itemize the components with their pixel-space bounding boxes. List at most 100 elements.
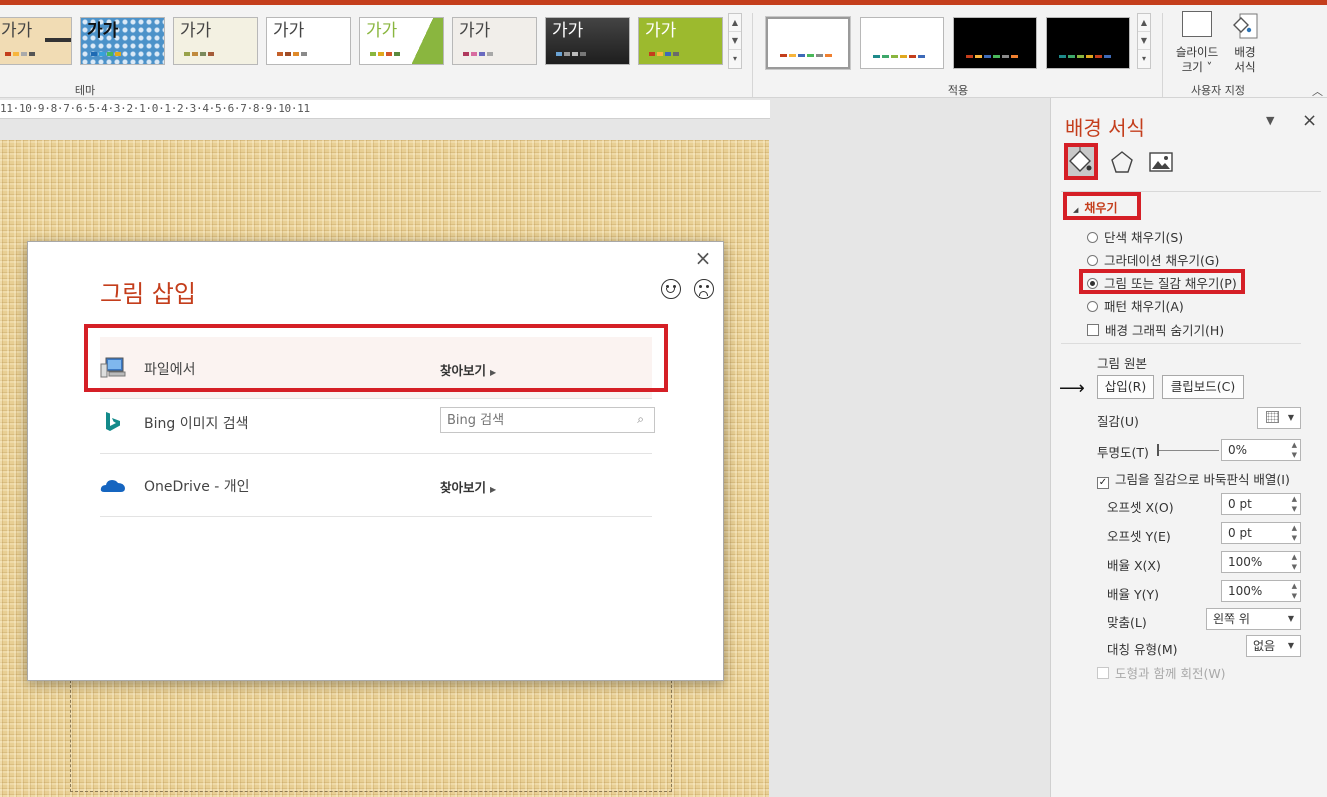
frown-icon[interactable] (694, 279, 714, 299)
bing-search-row: Bing 이미지 검색 ⌕ (100, 392, 655, 454)
variant-thumb-2[interactable] (860, 17, 944, 69)
mirror-dropdown[interactable]: 없음 ▼ (1246, 635, 1301, 657)
fill-section-header[interactable]: ◢ 채우기 (1073, 199, 1118, 216)
variant-thumb-1[interactable] (765, 16, 851, 70)
spinner-arrows-icon: ▲ ▼ (1291, 582, 1297, 600)
transparency-slider-thumb[interactable] (1157, 444, 1159, 456)
highlight-box (84, 324, 668, 392)
align-dropdown[interactable]: 왼쪽 위 ▼ (1206, 608, 1301, 630)
align-label: 맞춤(L) (1107, 615, 1147, 630)
rotate-with-shape-option: 도형과 함께 회전(W) (1097, 663, 1226, 682)
chevron-up-icon[interactable]: ︿ (1312, 83, 1323, 99)
scale-y-label: 배율 Y(Y) (1107, 587, 1159, 602)
apply-group-label: 적용 (947, 84, 969, 97)
paint-bucket-icon (1069, 147, 1092, 172)
checkbox (1087, 324, 1099, 336)
scroll-up-icon[interactable]: ▲ (729, 14, 741, 32)
offset-x-label: 오프셋 X(O) (1107, 500, 1174, 515)
dialog-title: 그림 삽입 (100, 280, 196, 308)
variant-thumb-3[interactable] (953, 17, 1037, 69)
highlight-box (1079, 269, 1245, 294)
onedrive-row[interactable]: OneDrive - 개인 찾아보기 ▶ (100, 454, 652, 517)
transparency-slider-track[interactable] (1157, 450, 1219, 451)
custom-group-label: 사용자 지정 (1190, 84, 1246, 97)
theme-thumb-8[interactable]: 가가 (638, 17, 723, 65)
gallery-more-icon[interactable]: ▾ (729, 50, 741, 68)
offset-x-spinner[interactable]: 0 pt ▲ ▼ (1221, 493, 1301, 515)
bing-label: Bing 이미지 검색 (144, 416, 249, 432)
format-background-button[interactable]: 배경 서식 (1226, 11, 1264, 75)
radio-button (1087, 301, 1098, 312)
paint-bucket-icon (1233, 13, 1258, 39)
bing-icon (106, 412, 120, 431)
ribbon: 가가 가가 가가 가가 가가 가가 가가 가가 ▲ ▼ ▾ 테마 ▲ ▼ ▾ 적… (0, 5, 1327, 98)
solid-fill-option[interactable]: 단색 채우기(S) (1087, 227, 1183, 246)
radio-button (1087, 255, 1098, 266)
checkbox (1097, 667, 1109, 679)
variant-thumb-4[interactable] (1046, 17, 1130, 69)
bing-search-box[interactable]: ⌕ (440, 407, 655, 433)
offset-y-spinner[interactable]: 0 pt ▲ ▼ (1221, 522, 1301, 544)
pattern-fill-option[interactable]: 패턴 채우기(A) (1087, 296, 1184, 315)
scroll-down-icon[interactable]: ▼ (1138, 32, 1150, 50)
mirror-label: 대칭 유형(M) (1107, 642, 1178, 657)
close-icon[interactable]: × (1302, 110, 1317, 131)
scale-y-spinner[interactable]: 100% ▲ ▼ (1221, 580, 1301, 602)
scroll-down-icon[interactable]: ▼ (729, 32, 741, 50)
close-icon[interactable]: × (692, 247, 714, 269)
spinner-arrows-icon: ▲ ▼ (1291, 441, 1297, 459)
texture-label: 질감(U) (1097, 414, 1139, 429)
insert-picture-dialog: 그림 삽입 × 파일에서 찾아보기▶ Bing 이미지 검색 ⌕ OneDriv… (27, 241, 724, 681)
texture-swatch-icon (1266, 411, 1279, 423)
offset-y-label: 오프셋 Y(E) (1107, 529, 1171, 544)
theme-thumb-2[interactable]: 가가 (80, 17, 165, 65)
tile-picture-option[interactable]: ✓ 그림을 질감으로 바둑판식 배열(I) (1097, 469, 1290, 489)
theme-thumb-3[interactable]: 가가 (173, 17, 258, 65)
scale-x-label: 배율 X(X) (1107, 558, 1161, 573)
dropdown-arrow-icon: ▼ (1287, 614, 1294, 623)
gallery-more-icon[interactable]: ▾ (1138, 50, 1150, 68)
smile-icon[interactable] (661, 279, 681, 299)
theme-thumb-1[interactable]: 가가 (0, 17, 72, 65)
dropdown-arrow-icon: ▼ (1287, 413, 1294, 422)
caret-right-icon: ▶ (490, 485, 497, 494)
clipboard-button[interactable]: 클립보드(C) (1162, 375, 1244, 399)
ribbon-separator (752, 13, 753, 97)
browse-link[interactable]: 찾아보기 ▶ (440, 477, 496, 496)
texture-dropdown[interactable]: ▼ (1257, 407, 1301, 429)
text-placeholder[interactable] (70, 680, 672, 792)
pane-title: 배경 서식 (1065, 116, 1145, 140)
gradient-fill-option[interactable]: 그라데이션 채우기(G) (1087, 250, 1219, 269)
dropdown-arrow-icon: ▼ (1287, 641, 1294, 650)
spinner-arrows-icon: ▲ ▼ (1291, 553, 1297, 571)
horizontal-ruler: 11·10·9·8·7·6·5·4·3·2·1·0·1·2·3·4·5·6·7·… (0, 100, 770, 119)
pane-divider (1061, 343, 1301, 344)
theme-thumb-4[interactable]: 가가 (266, 17, 351, 65)
cloud-icon (100, 480, 125, 492)
transparency-label: 투명도(T) (1097, 445, 1149, 460)
theme-thumb-6[interactable]: 가가 (452, 17, 537, 65)
radio-button (1087, 232, 1098, 243)
slide-size-button[interactable]: 슬라이드 크기 ˅ (1168, 11, 1226, 75)
picture-icon[interactable] (1147, 148, 1175, 176)
scroll-up-icon[interactable]: ▲ (1138, 14, 1150, 32)
fill-tab[interactable] (1064, 143, 1098, 180)
theme-thumb-7[interactable]: 가가 (545, 17, 630, 65)
search-icon[interactable]: ⌕ (637, 412, 644, 427)
onedrive-label: OneDrive - 개인 (144, 479, 250, 495)
scale-x-spinner[interactable]: 100% ▲ ▼ (1221, 551, 1301, 573)
bing-search-input[interactable] (441, 408, 626, 432)
ribbon-separator (1162, 13, 1163, 97)
variant-gallery-scroll[interactable]: ▲ ▼ ▾ (1137, 13, 1151, 69)
theme-group-label: 테마 (74, 84, 96, 97)
theme-thumb-5[interactable]: 가가 (359, 17, 444, 65)
pane-options-icon[interactable]: ▼ (1266, 114, 1274, 127)
hide-bg-graphics-option[interactable]: 배경 그래픽 숨기기(H) (1087, 320, 1224, 339)
theme-gallery-scroll[interactable]: ▲ ▼ ▾ (728, 13, 742, 69)
arrow-right-icon: ⟶ (1059, 378, 1085, 399)
transparency-spinner[interactable]: 0% ▲ ▼ (1221, 439, 1301, 461)
spinner-arrows-icon: ▲ ▼ (1291, 495, 1297, 513)
spinner-arrows-icon: ▲ ▼ (1291, 524, 1297, 542)
insert-button[interactable]: 삽입(R) (1097, 375, 1154, 399)
pentagon-effects-icon[interactable] (1108, 148, 1136, 176)
